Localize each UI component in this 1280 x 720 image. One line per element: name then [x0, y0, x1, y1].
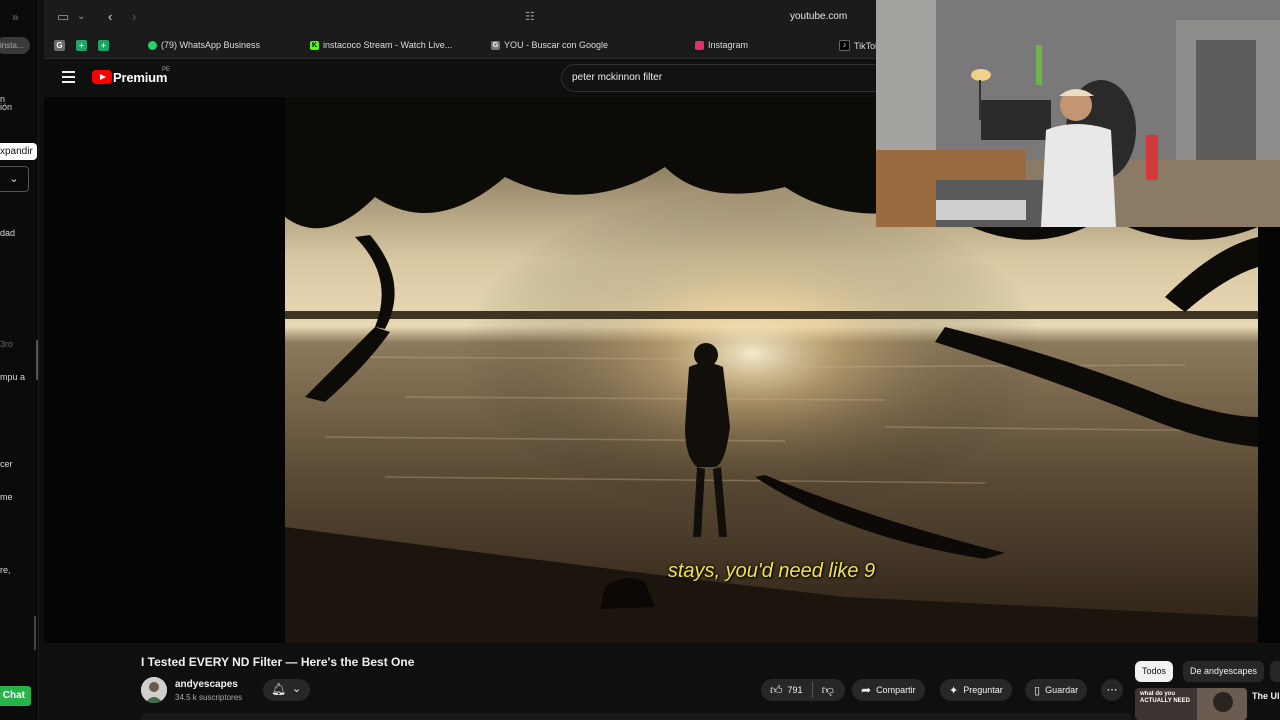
- save-label: Guardar: [1045, 685, 1079, 695]
- webcam-overlay: [876, 0, 1280, 227]
- address-bar-url[interactable]: youtube.com: [790, 11, 847, 22]
- side-text-fragment: 3ro: [0, 339, 14, 349]
- sheets-icon[interactable]: +: [98, 40, 109, 51]
- like-dislike-group: 👍︎ 791 👎︎: [761, 679, 845, 701]
- bookmark-label: Instagram: [708, 40, 749, 50]
- ask-button[interactable]: ✦ Preguntar: [940, 679, 1012, 701]
- sparkle-icon: ✦: [949, 684, 959, 697]
- video-title: I Tested EVERY ND Filter — Here's the Be…: [141, 655, 415, 669]
- bookmark-label: (79) WhatsApp Business: [161, 40, 261, 50]
- bookmark-google[interactable]: G YOU - Buscar con Google: [491, 40, 608, 50]
- bookmark-label: instacoco Stream - Watch Live...: [323, 40, 453, 50]
- ask-label: Preguntar: [963, 685, 1003, 695]
- tab-manager-icon[interactable]: ☷: [525, 10, 535, 23]
- like-count[interactable]: 791: [788, 685, 803, 695]
- share-arrow-icon: ➦: [861, 683, 872, 697]
- chip-next[interactable]: [1270, 661, 1280, 682]
- tiktok-icon: ♪: [839, 40, 850, 51]
- side-text-fragment: me: [0, 492, 13, 502]
- youtube-logo-icon[interactable]: [92, 70, 112, 84]
- recommended-video-thumbnail[interactable]: what do you ACTUALLY NEED: [1135, 688, 1247, 720]
- description-box[interactable]: [141, 713, 1131, 720]
- thumbs-down-icon[interactable]: 👎︎: [822, 683, 834, 698]
- chip-all[interactable]: Todos: [1135, 661, 1174, 682]
- thumbnail-text: what do you ACTUALLY NEED: [1140, 691, 1191, 704]
- webcam-feed-image: [876, 0, 1280, 227]
- side-text-fragment: mpu a: [0, 372, 26, 382]
- side-dropdown-button[interactable]: ⌄: [0, 166, 29, 192]
- bookmark-instagram[interactable]: Instagram: [695, 40, 748, 50]
- chevron-down-icon: ⌄: [9, 173, 19, 185]
- side-text-fragment: dad: [0, 228, 16, 238]
- whatsapp-icon: [148, 40, 157, 50]
- sidebar-toggle-icon[interactable]: ▭: [57, 9, 69, 25]
- bell-icon: 🔔︎: [271, 682, 287, 696]
- side-scrollbar-lower[interactable]: [34, 616, 36, 650]
- left-side-panel: » insta... n ión xpandir ⌄ dad 3ro mpu a…: [0, 0, 39, 720]
- chevron-down-icon[interactable]: ⌄: [77, 11, 85, 22]
- side-scrollbar[interactable]: [36, 340, 38, 380]
- youtube-premium-wordmark[interactable]: Premium: [113, 70, 167, 85]
- channel-name[interactable]: andyescapes: [175, 679, 238, 690]
- bookmark-kick[interactable]: K instacoco Stream - Watch Live...: [310, 40, 452, 50]
- double-chevron-icon[interactable]: »: [12, 10, 19, 24]
- instagram-icon: [695, 40, 704, 50]
- subscription-bell-button[interactable]: 🔔︎ ⌄: [263, 679, 310, 701]
- side-text-fragment: cer: [0, 459, 13, 469]
- hamburger-menu-icon[interactable]: [62, 71, 75, 83]
- bookmark-label: YOU - Buscar con Google: [504, 40, 609, 50]
- sheets-icon[interactable]: +: [76, 40, 87, 51]
- side-search-input[interactable]: insta...: [0, 37, 30, 54]
- share-label: Compartir: [876, 685, 916, 695]
- ellipsis-icon: ⋯: [1106, 684, 1118, 696]
- chevron-down-icon: ⌄: [292, 683, 302, 695]
- side-text-fragment: ión: [0, 102, 13, 112]
- channel-avatar[interactable]: [141, 677, 167, 703]
- bookmark-icon: ▯: [1034, 684, 1041, 697]
- share-button[interactable]: ➦ Compartir: [852, 679, 925, 701]
- gmail-icon[interactable]: G: [54, 40, 65, 51]
- back-arrow-icon[interactable]: ‹: [108, 9, 112, 24]
- thumbs-up-icon[interactable]: 👍︎: [770, 683, 783, 698]
- side-text-fragment: re,: [0, 565, 11, 575]
- subscriber-count: 34.5 k suscriptores: [175, 693, 243, 702]
- chat-button[interactable]: Chat: [0, 686, 31, 706]
- divider: [811, 682, 813, 698]
- recommended-video-title[interactable]: The Ul... Solo C...: [1252, 690, 1280, 702]
- save-button[interactable]: ▯ Guardar: [1025, 679, 1088, 701]
- kick-icon: K: [310, 40, 319, 50]
- bookmark-whatsapp[interactable]: (79) WhatsApp Business: [148, 40, 260, 50]
- more-actions-button[interactable]: ⋯: [1101, 679, 1123, 701]
- avatar-image: [141, 677, 167, 703]
- forward-arrow-icon[interactable]: ›: [132, 9, 136, 24]
- expand-tooltip: xpandir: [0, 143, 37, 160]
- video-subtitle: stays, you'd need like 9: [667, 560, 876, 582]
- bookmark-tiktok[interactable]: ♪ TikTok: [839, 40, 880, 51]
- chip-from-channel[interactable]: De andyescapes: [1183, 661, 1265, 682]
- google-icon: G: [491, 40, 500, 50]
- country-code: PE: [162, 67, 171, 73]
